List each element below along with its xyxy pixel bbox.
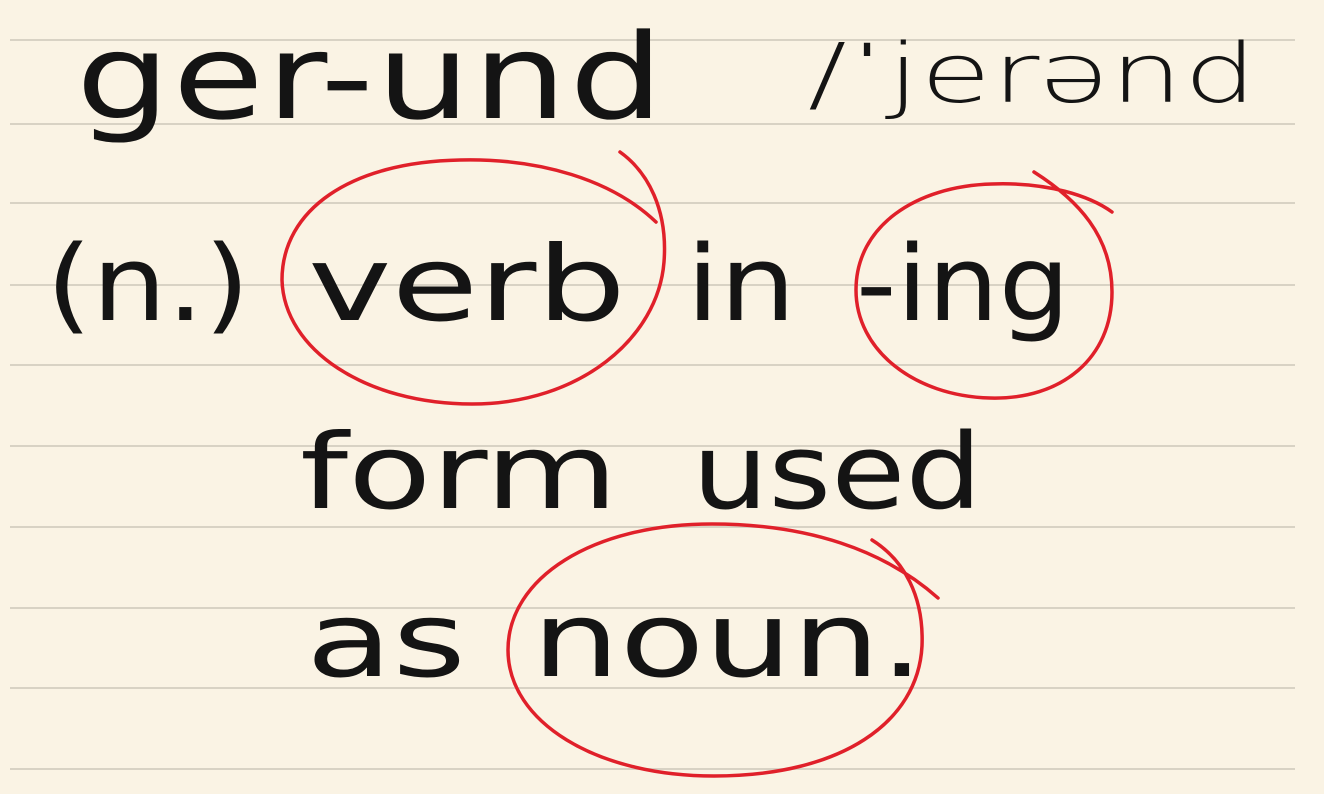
- definition-word-used: used: [692, 411, 982, 533]
- definition-word-ing: -ing: [856, 223, 1070, 345]
- pronunciation: /ˈjerənd: [808, 27, 1258, 122]
- definition-word-in: in: [686, 223, 796, 345]
- definition-word-as: as: [306, 579, 466, 701]
- definition-word-verb: verb: [308, 223, 626, 345]
- part-of-speech: (n.): [46, 223, 250, 345]
- definition-word-form: form: [300, 411, 618, 533]
- definition-word-noun: noun.: [532, 579, 924, 701]
- headword: ger-und: [76, 8, 666, 146]
- notebook-page: ger-und /ˈjerənd (n.) verb in -ing form …: [10, 8, 1295, 778]
